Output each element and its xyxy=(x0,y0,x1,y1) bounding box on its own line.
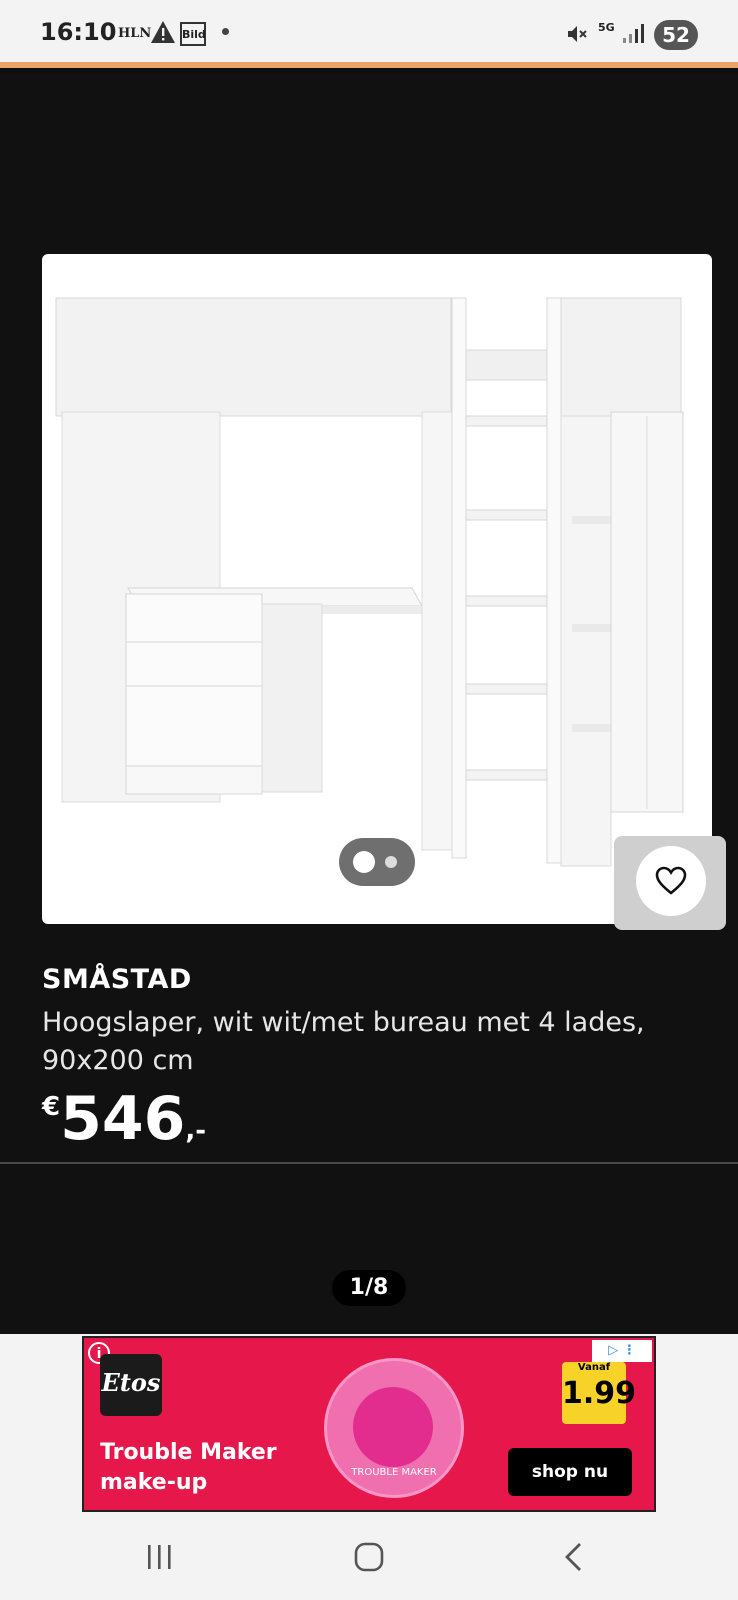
home-button[interactable] xyxy=(339,1532,399,1582)
back-icon xyxy=(565,1543,581,1571)
hln-app-icon: HLN xyxy=(118,26,152,41)
status-accent-line xyxy=(0,62,738,68)
signal-icon xyxy=(622,22,644,48)
price-amount: 546 xyxy=(60,1084,186,1154)
status-time: 16:10 xyxy=(40,18,117,46)
media-dot-active xyxy=(353,851,375,873)
battery-indicator: 52 xyxy=(654,20,698,50)
notification-dot-icon xyxy=(222,28,229,35)
system-nav-bar xyxy=(0,1514,738,1600)
favorite-container xyxy=(614,836,726,930)
ad-price: 1.99 xyxy=(562,1376,637,1411)
advertisement-banner[interactable]: i Etos Trouble Maker make-up TROUBLE MAK… xyxy=(82,1336,656,1512)
product-description[interactable]: Hoogslaper, wit wit/met bureau met 4 lad… xyxy=(42,1004,702,1080)
warning-icon xyxy=(150,20,176,48)
ad-product-image: TROUBLE MAKER xyxy=(324,1358,464,1498)
price-suffix: ,- xyxy=(185,1116,207,1146)
divider xyxy=(0,1162,738,1164)
recent-apps-icon xyxy=(148,1545,171,1569)
product-image[interactable] xyxy=(42,254,712,924)
loft-bed-illustration xyxy=(55,297,684,867)
back-button[interactable] xyxy=(544,1532,604,1582)
product-globe-icon xyxy=(353,1387,433,1467)
network-type: 5G xyxy=(598,21,615,34)
favorite-button[interactable] xyxy=(636,846,706,916)
ad-price-label: Vanaf xyxy=(577,1362,611,1373)
adchoices-icon[interactable]: ▷ ⋮ xyxy=(592,1340,652,1362)
ad-price-box: Vanaf 1.99 xyxy=(562,1362,637,1424)
ad-shop-button[interactable]: shop nu xyxy=(508,1448,632,1496)
ad-title: Trouble Maker make-up xyxy=(100,1440,277,1495)
etos-logo: Etos xyxy=(100,1354,162,1416)
gallery-pager: 1/8 xyxy=(332,1270,406,1306)
price-currency: € xyxy=(42,1092,61,1122)
media-view-toggle[interactable] xyxy=(339,838,415,886)
mute-icon xyxy=(565,22,589,50)
heart-icon xyxy=(655,866,687,895)
recent-apps-button[interactable] xyxy=(130,1532,190,1582)
media-dot-inactive xyxy=(385,856,397,868)
ad-product-label: TROUBLE MAKER xyxy=(351,1467,437,1478)
home-icon xyxy=(354,1542,384,1572)
bild-app-icon: Bild xyxy=(180,22,206,46)
product-price: €546,- xyxy=(42,1084,206,1154)
status-bar: 16:10 HLN Bild 5G 52 xyxy=(0,0,738,68)
product-page: SMÅSTAD Hoogslaper, wit wit/met bureau m… xyxy=(0,74,738,1334)
product-brand[interactable]: SMÅSTAD xyxy=(42,964,192,995)
